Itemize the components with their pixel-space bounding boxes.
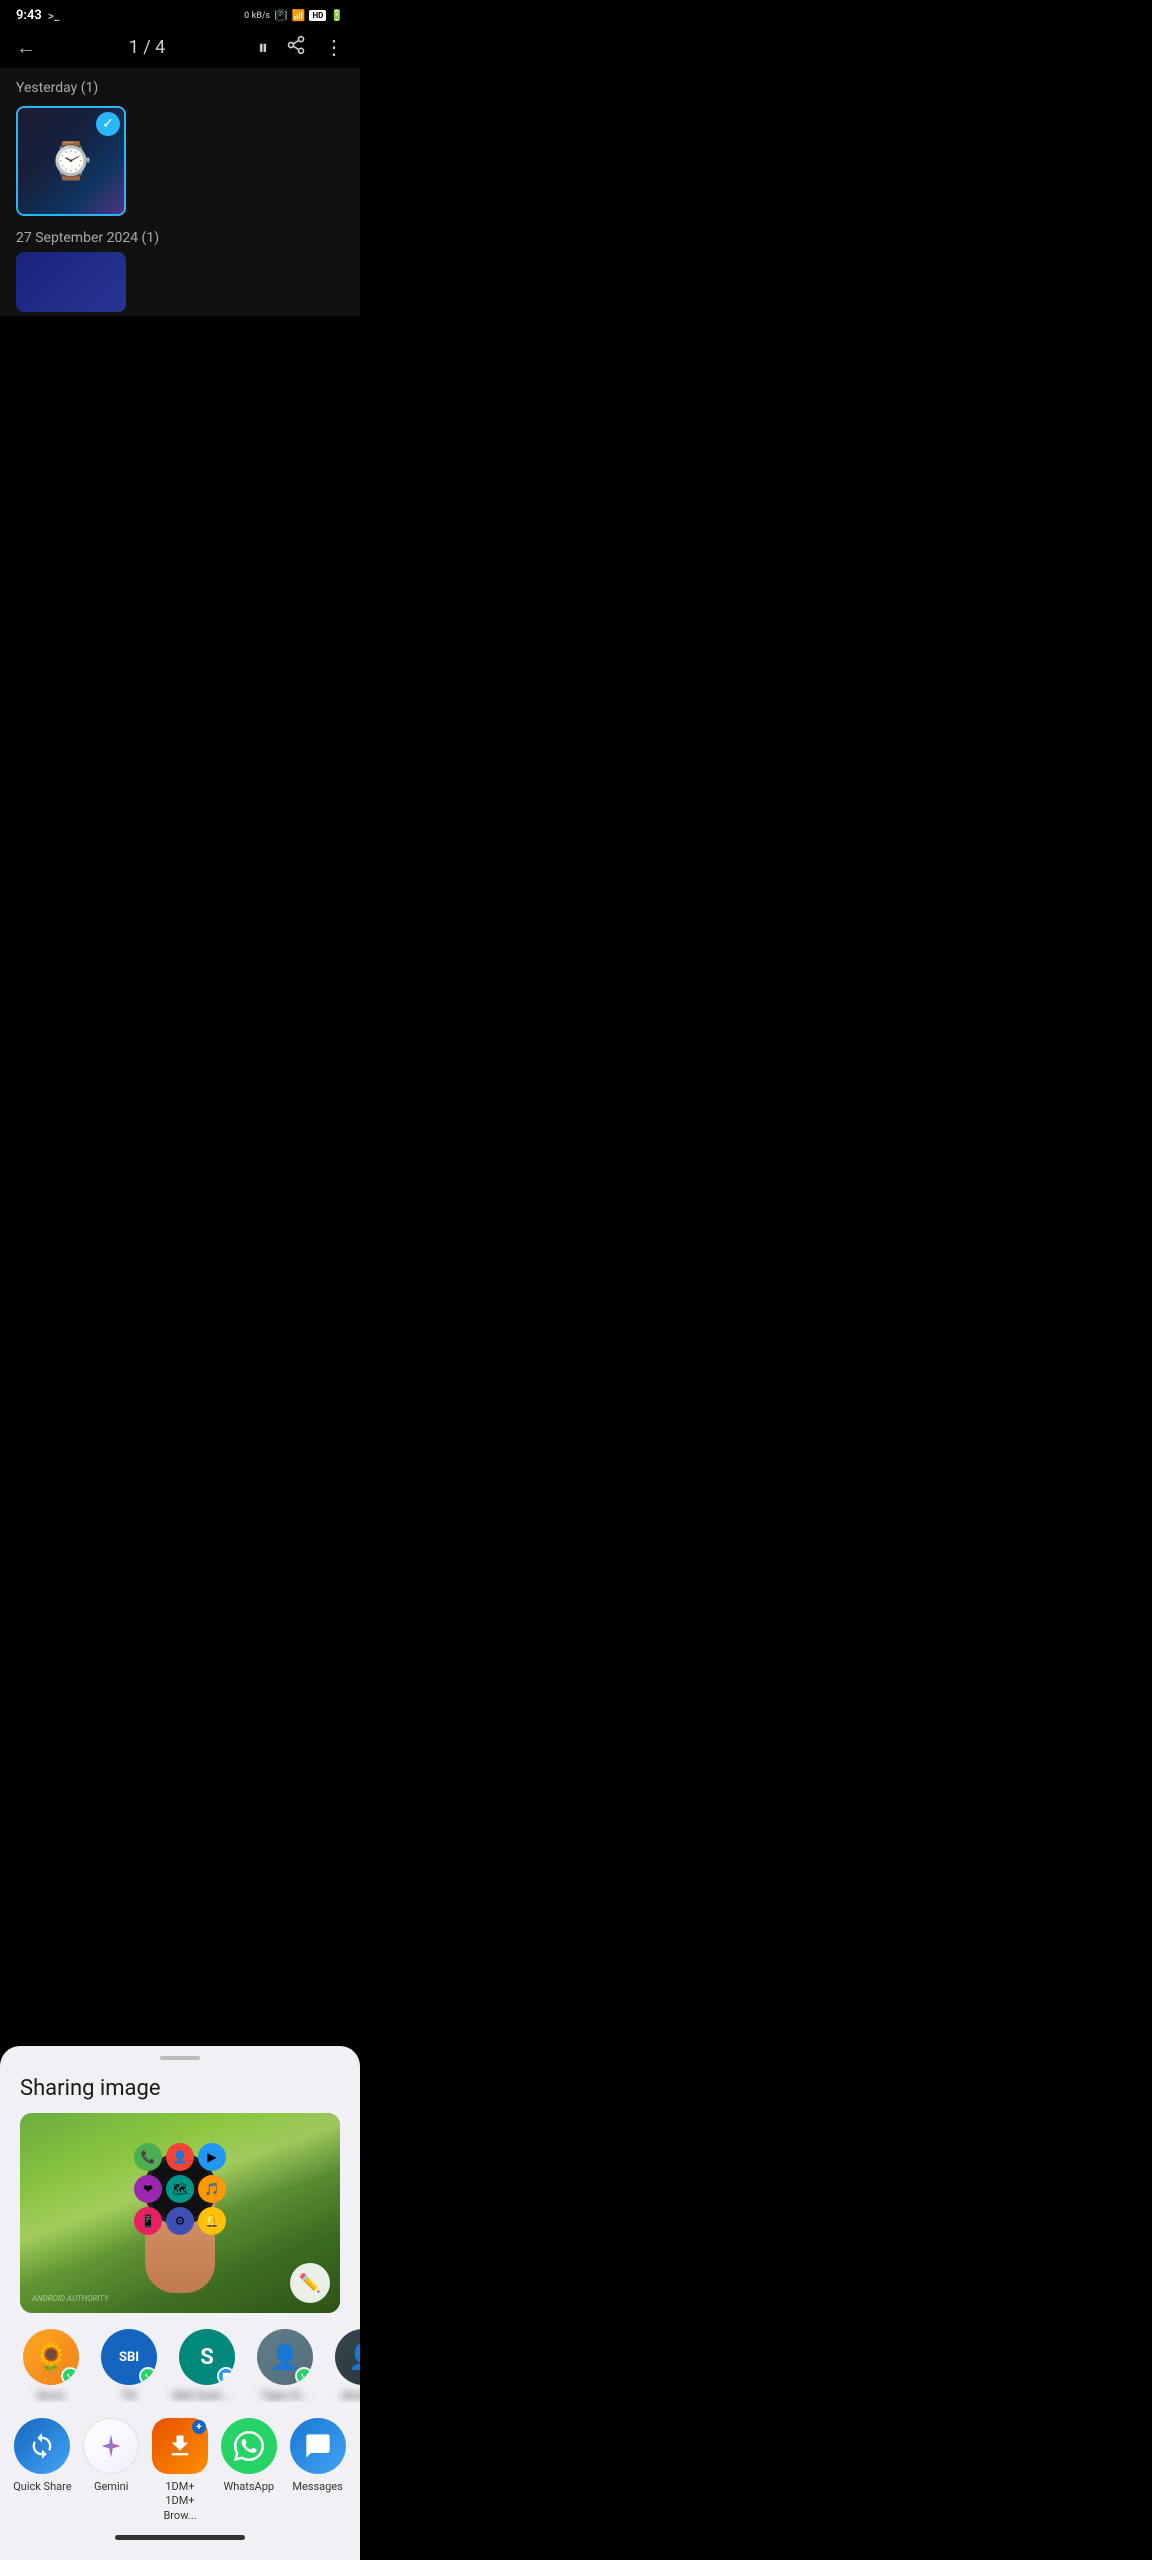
status-right: 0 kB/s 📳 📶 HD 🔋 [244,9,344,22]
top-bar-actions: ⏸ ⋮ [258,35,344,60]
image-preview: 📞 👤 ▶ ❤ 🗺 🎵 📱 ⚙ 🔔 ANDROID AUTHORITY ✏️ [20,2113,340,2313]
page-indicator: 1 / 4 [129,37,166,58]
contact-item-4[interactable]: 👤 Tippu Sr... [250,2329,320,2402]
app-dot-1: 📞 [134,2143,162,2171]
app-dot-5: 🗺 [166,2175,194,2203]
date-label-2: 27 September 2024 (1) [16,230,344,246]
contact-item-3[interactable]: S Abhi Sunil ❤️❤️ [172,2329,242,2402]
contact-badge-2 [139,2367,157,2385]
partial-photo-thumb[interactable] [16,252,126,312]
messages-icon [290,2418,346,2474]
battery-icon: 🔋 [330,9,344,22]
wifi-icon: 📶 [292,9,306,22]
apps-row: Quick Share Gemini [0,2418,360,2523]
contact-avatar-4: 👤 [257,2329,313,2385]
share-button[interactable] [286,35,306,60]
1dm-label: 1DM+1DM+ Brow... [148,2480,212,2523]
app-dot-3: ▶ [198,2143,226,2171]
1dm-plus-badge: + [192,2420,206,2434]
contact-item-5[interactable]: 👤 M shivam... [328,2329,360,2402]
time-display: 9:43 [16,8,42,23]
contact-avatar-1: 🌻 [23,2329,79,2385]
contact-avatar-5: 👤 M [335,2329,360,2385]
watch-thumb-icon: ⌚ [49,140,94,182]
contact-badge-3 [217,2367,235,2385]
vibrate-icon: 📳 [274,9,288,22]
app-dot-8: ⚙ [166,2207,194,2235]
edit-image-button[interactable]: ✏️ [290,2263,330,2303]
contact-item-1[interactable]: 🌻 Somu [16,2329,86,2402]
sheet-title: Sharing image [0,2076,360,2113]
contact-name-2: Titi [121,2389,137,2402]
gemini-label: Gemini [94,2480,128,2494]
pause-button[interactable]: ⏸ [258,35,268,60]
share-bottom-sheet: Sharing image 📞 👤 ▶ ❤ 🗺 🎵 📱 [0,2046,360,2560]
app-item-1dm[interactable]: + 1DM+1DM+ Brow... [148,2418,212,2523]
contacts-row: 🌻 Somu SBI Titi S [0,2329,360,2402]
1dm-icon: + [152,2418,208,2474]
app-item-messages[interactable]: Messages [286,2418,350,2523]
contact-badge-1 [61,2367,79,2385]
photo-thumb-1[interactable]: ⌚ ✓ [16,106,126,216]
hd-badge: HD [309,10,326,21]
whatsapp-icon [221,2418,277,2474]
contact-name-4: Tippu Sr... [261,2389,310,2402]
sheet-drag-handle [160,2056,200,2060]
quickshare-label: Quick Share [13,2480,71,2494]
terminal-icon: >_ [48,9,60,23]
gallery-area: Yesterday (1) ⌚ ✓ 27 September 2024 (1) [0,68,360,316]
app-item-quickshare[interactable]: Quick Share [10,2418,74,2523]
selection-check: ✓ [96,112,120,136]
more-button[interactable]: ⋮ [324,35,344,60]
preview-watermark: ANDROID AUTHORITY [32,2294,284,2303]
data-speed: 0 kB/s [244,11,270,21]
contact-name-3: Abhi Sunil ❤️❤️ [172,2389,242,2402]
contact-item-2[interactable]: SBI Titi [94,2329,164,2402]
app-dot-6: 🎵 [198,2175,226,2203]
whatsapp-label: WhatsApp [223,2480,274,2494]
photo-grid: ⌚ ✓ [16,106,344,216]
contact-name-1: Somu [37,2389,66,2402]
app-dot-4: ❤ [134,2175,162,2203]
app-dot-2: 👤 [166,2143,194,2171]
contact-avatar-3: S [179,2329,235,2385]
app-dot-7: 📱 [134,2207,162,2235]
contact-badge-4 [295,2367,313,2385]
watch-face: 📞 👤 ▶ ❤ 🗺 🎵 📱 ⚙ 🔔 [134,2143,226,2235]
contact-name-5: shivam... [341,2389,360,2402]
status-bar: 9:43 >_ 0 kB/s 📳 📶 HD 🔋 [0,0,360,27]
app-dot-9: 🔔 [198,2207,226,2235]
gemini-icon [83,2418,139,2474]
messages-label: Messages [292,2480,342,2494]
quickshare-icon [14,2418,70,2474]
app-item-whatsapp[interactable]: WhatsApp [217,2418,281,2523]
top-bar: ← 1 / 4 ⏸ ⋮ [0,27,360,68]
home-indicator [115,2535,245,2540]
back-button[interactable]: ← [16,35,36,60]
date-label-1: Yesterday (1) [16,80,344,96]
status-left: 9:43 >_ [16,8,59,23]
app-item-gemini[interactable]: Gemini [79,2418,143,2523]
contact-avatar-2: SBI [101,2329,157,2385]
